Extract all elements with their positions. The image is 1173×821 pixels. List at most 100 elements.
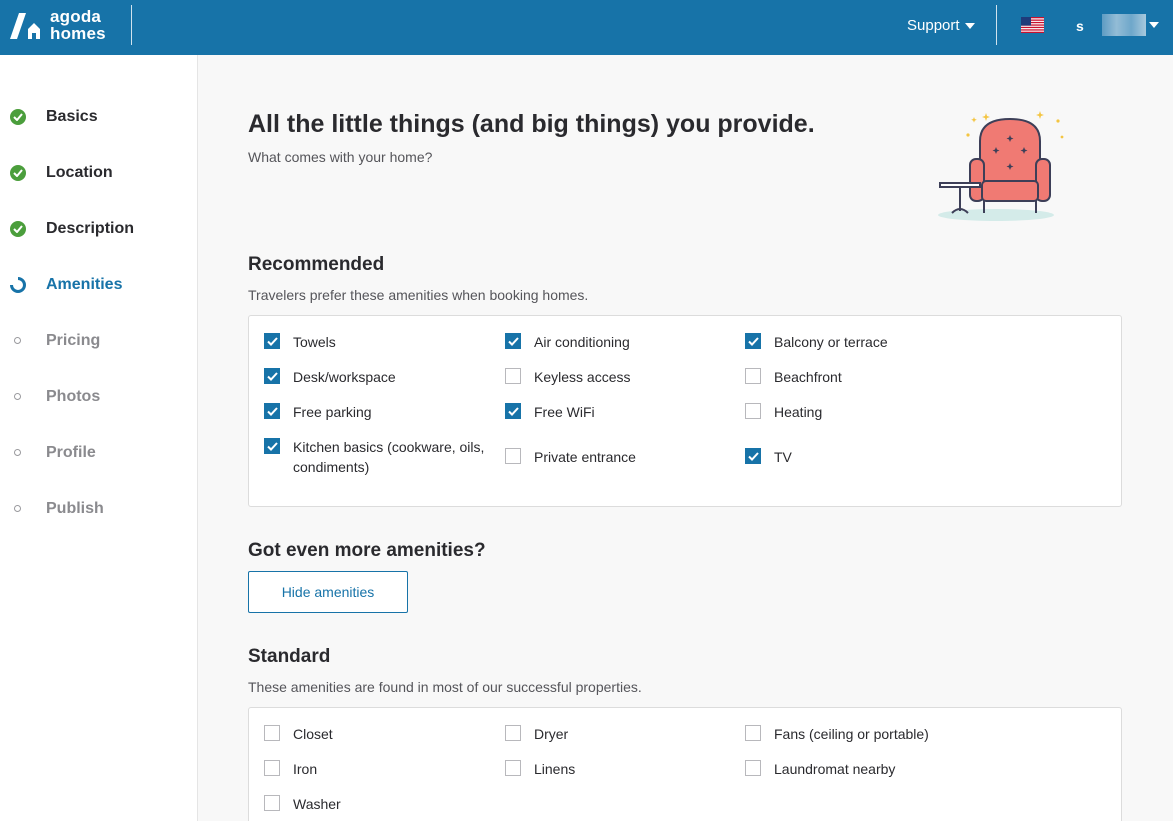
amenity-free-parking[interactable]: Free parking bbox=[264, 402, 498, 422]
amenity-label: Heating bbox=[774, 404, 823, 420]
checkbox-checked-icon[interactable] bbox=[264, 403, 280, 419]
sidebar-step-pricing[interactable]: Pricing bbox=[0, 326, 197, 356]
amenity-private-entrance[interactable]: Private entrance bbox=[505, 447, 739, 467]
amenity-label: Free WiFi bbox=[534, 404, 595, 420]
amenity-desk[interactable]: Desk/workspace bbox=[264, 367, 498, 387]
checkbox-empty-icon[interactable] bbox=[745, 403, 761, 419]
sidebar-step-profile[interactable]: Profile bbox=[0, 438, 197, 468]
checkbox-empty-icon[interactable] bbox=[264, 795, 280, 811]
amenity-closet[interactable]: Closet bbox=[264, 724, 498, 744]
step-label: Photos bbox=[46, 388, 101, 405]
checkbox-checked-icon[interactable] bbox=[745, 333, 761, 349]
checkbox-empty-icon[interactable] bbox=[264, 760, 280, 776]
recommended-subtitle: Travelers prefer these amenities when bo… bbox=[248, 287, 589, 303]
progress-sidebar: Basics Location Description Amenities Pr… bbox=[0, 55, 198, 821]
amenity-label: Towels bbox=[293, 334, 336, 350]
amenity-beachfront[interactable]: Beachfront bbox=[745, 367, 979, 387]
checkbox-checked-icon[interactable] bbox=[505, 333, 521, 349]
sidebar-step-location[interactable]: Location bbox=[0, 158, 197, 188]
checkbox-checked-icon[interactable] bbox=[745, 448, 761, 464]
recommended-title: Recommended bbox=[248, 254, 385, 275]
step-label: Location bbox=[46, 164, 113, 181]
amenity-label: Kitchen basics (cookware, oils, condimen… bbox=[293, 439, 485, 475]
more-amenities-title: Got even more amenities? bbox=[248, 540, 486, 561]
checkbox-empty-icon[interactable] bbox=[745, 725, 761, 741]
amenity-iron[interactable]: Iron bbox=[264, 759, 498, 779]
logo-wordmark: agoda homes bbox=[50, 8, 106, 42]
us-flag-icon[interactable] bbox=[1021, 17, 1044, 33]
amenity-free-wifi[interactable]: Free WiFi bbox=[505, 402, 739, 422]
checkbox-empty-icon[interactable] bbox=[745, 368, 761, 384]
checkbox-empty-icon[interactable] bbox=[505, 725, 521, 741]
amenity-washer[interactable]: Washer bbox=[264, 794, 498, 814]
header-divider bbox=[131, 5, 132, 45]
step-dot-icon bbox=[10, 333, 26, 349]
checkbox-checked-icon[interactable] bbox=[505, 403, 521, 419]
amenity-label: Washer bbox=[293, 796, 341, 812]
amenity-label: Iron bbox=[293, 761, 318, 777]
amenity-label: Closet bbox=[293, 726, 333, 742]
amenity-label: Balcony or terrace bbox=[774, 334, 888, 350]
amenity-label: Desk/workspace bbox=[293, 369, 396, 385]
check-circle-icon bbox=[10, 221, 26, 237]
step-label: Basics bbox=[46, 108, 98, 125]
user-avatar-initial[interactable]: s bbox=[1076, 18, 1084, 34]
amenity-label: Beachfront bbox=[774, 369, 842, 385]
step-label: Amenities bbox=[46, 276, 123, 293]
sidebar-step-photos[interactable]: Photos bbox=[0, 382, 197, 412]
standard-amenities-box: Closet Dryer Fans (ceiling or portable) … bbox=[248, 707, 1122, 821]
support-label: Support bbox=[907, 17, 960, 34]
checkbox-empty-icon[interactable] bbox=[505, 760, 521, 776]
check-circle-icon bbox=[10, 165, 26, 181]
checkbox-checked-icon[interactable] bbox=[264, 333, 280, 349]
amenity-label: Air conditioning bbox=[534, 334, 630, 350]
checkbox-empty-icon[interactable] bbox=[745, 760, 761, 776]
checkbox-checked-icon[interactable] bbox=[264, 368, 280, 384]
sidebar-step-amenities[interactable]: Amenities bbox=[0, 270, 197, 300]
hide-amenities-button[interactable]: Hide amenities bbox=[248, 571, 408, 613]
header-divider-right bbox=[996, 5, 997, 45]
amenity-heating[interactable]: Heating bbox=[745, 402, 979, 422]
support-menu[interactable]: Support bbox=[907, 17, 975, 34]
standard-title: Standard bbox=[248, 646, 331, 667]
step-dot-icon bbox=[10, 445, 26, 461]
standard-subtitle: These amenities are found in most of our… bbox=[248, 679, 642, 695]
logo-line-2: homes bbox=[50, 24, 106, 43]
step-label: Publish bbox=[46, 500, 104, 517]
checkbox-empty-icon[interactable] bbox=[505, 368, 521, 384]
amenity-balcony[interactable]: Balcony or terrace bbox=[745, 332, 979, 352]
amenity-label: Laundromat nearby bbox=[774, 761, 896, 777]
checkbox-empty-icon[interactable] bbox=[505, 448, 521, 464]
step-label: Profile bbox=[46, 444, 96, 461]
amenity-keyless-access[interactable]: Keyless access bbox=[505, 367, 739, 387]
amenity-label: Linens bbox=[534, 761, 576, 777]
amenity-label: Free parking bbox=[293, 404, 372, 420]
user-name-redacted[interactable] bbox=[1102, 14, 1146, 36]
amenity-fans[interactable]: Fans (ceiling or portable) bbox=[745, 724, 979, 744]
sidebar-step-publish[interactable]: Publish bbox=[0, 494, 197, 524]
checkbox-checked-icon[interactable] bbox=[264, 438, 280, 454]
amenity-label: Fans (ceiling or portable) bbox=[774, 726, 929, 742]
amenity-tv[interactable]: TV bbox=[745, 447, 979, 467]
page-subtitle: What comes with your home? bbox=[248, 149, 433, 165]
step-dot-icon bbox=[10, 389, 26, 405]
amenity-laundromat-nearby[interactable]: Laundromat nearby bbox=[745, 759, 979, 779]
check-circle-icon bbox=[10, 109, 26, 125]
amenity-kitchen-basics[interactable]: Kitchen basics (cookware, oils, condimen… bbox=[264, 437, 498, 477]
page-title: All the little things (and big things) y… bbox=[248, 110, 815, 138]
amenity-towels[interactable]: Towels bbox=[264, 332, 498, 352]
amenity-air-conditioning[interactable]: Air conditioning bbox=[505, 332, 739, 352]
user-menu-chevron-icon[interactable] bbox=[1149, 22, 1159, 28]
amenity-linens[interactable]: Linens bbox=[505, 759, 739, 779]
amenity-label: Keyless access bbox=[534, 369, 631, 385]
step-label: Pricing bbox=[46, 332, 101, 349]
sidebar-step-basics[interactable]: Basics bbox=[0, 102, 197, 132]
sidebar-step-description[interactable]: Description bbox=[0, 214, 197, 244]
amenity-dryer[interactable]: Dryer bbox=[505, 724, 739, 744]
chevron-down-icon bbox=[964, 22, 975, 29]
amenity-label: TV bbox=[774, 449, 792, 465]
step-label: Description bbox=[46, 220, 135, 237]
checkbox-empty-icon[interactable] bbox=[264, 725, 280, 741]
agoda-homes-logo[interactable]: agoda homes bbox=[10, 8, 106, 42]
main-content: All the little things (and big things) y… bbox=[198, 55, 1173, 821]
